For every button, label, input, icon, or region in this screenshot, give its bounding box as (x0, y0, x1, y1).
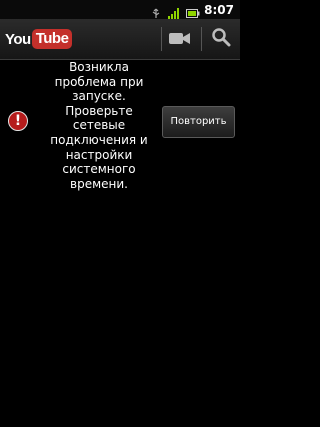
search-button[interactable] (204, 19, 238, 59)
error-message: Возникла проблема при запуске. Проверьте… (50, 60, 148, 191)
status-bar: 8:07 (0, 0, 240, 19)
divider (201, 27, 202, 51)
camera-icon (169, 30, 191, 49)
logo-tube-text: Tube (31, 29, 73, 49)
divider (161, 27, 162, 51)
youtube-logo[interactable]: You Tube (5, 28, 73, 50)
signal-icon (168, 4, 180, 19)
retry-button[interactable]: Повторить (162, 106, 235, 138)
error-icon: ! (8, 111, 28, 131)
logo-you-text: You (5, 30, 31, 48)
status-time: 8:07 (204, 2, 234, 17)
search-icon (211, 27, 231, 51)
battery-icon (186, 4, 200, 18)
camera-button[interactable] (164, 19, 196, 59)
usb-icon (150, 4, 162, 18)
